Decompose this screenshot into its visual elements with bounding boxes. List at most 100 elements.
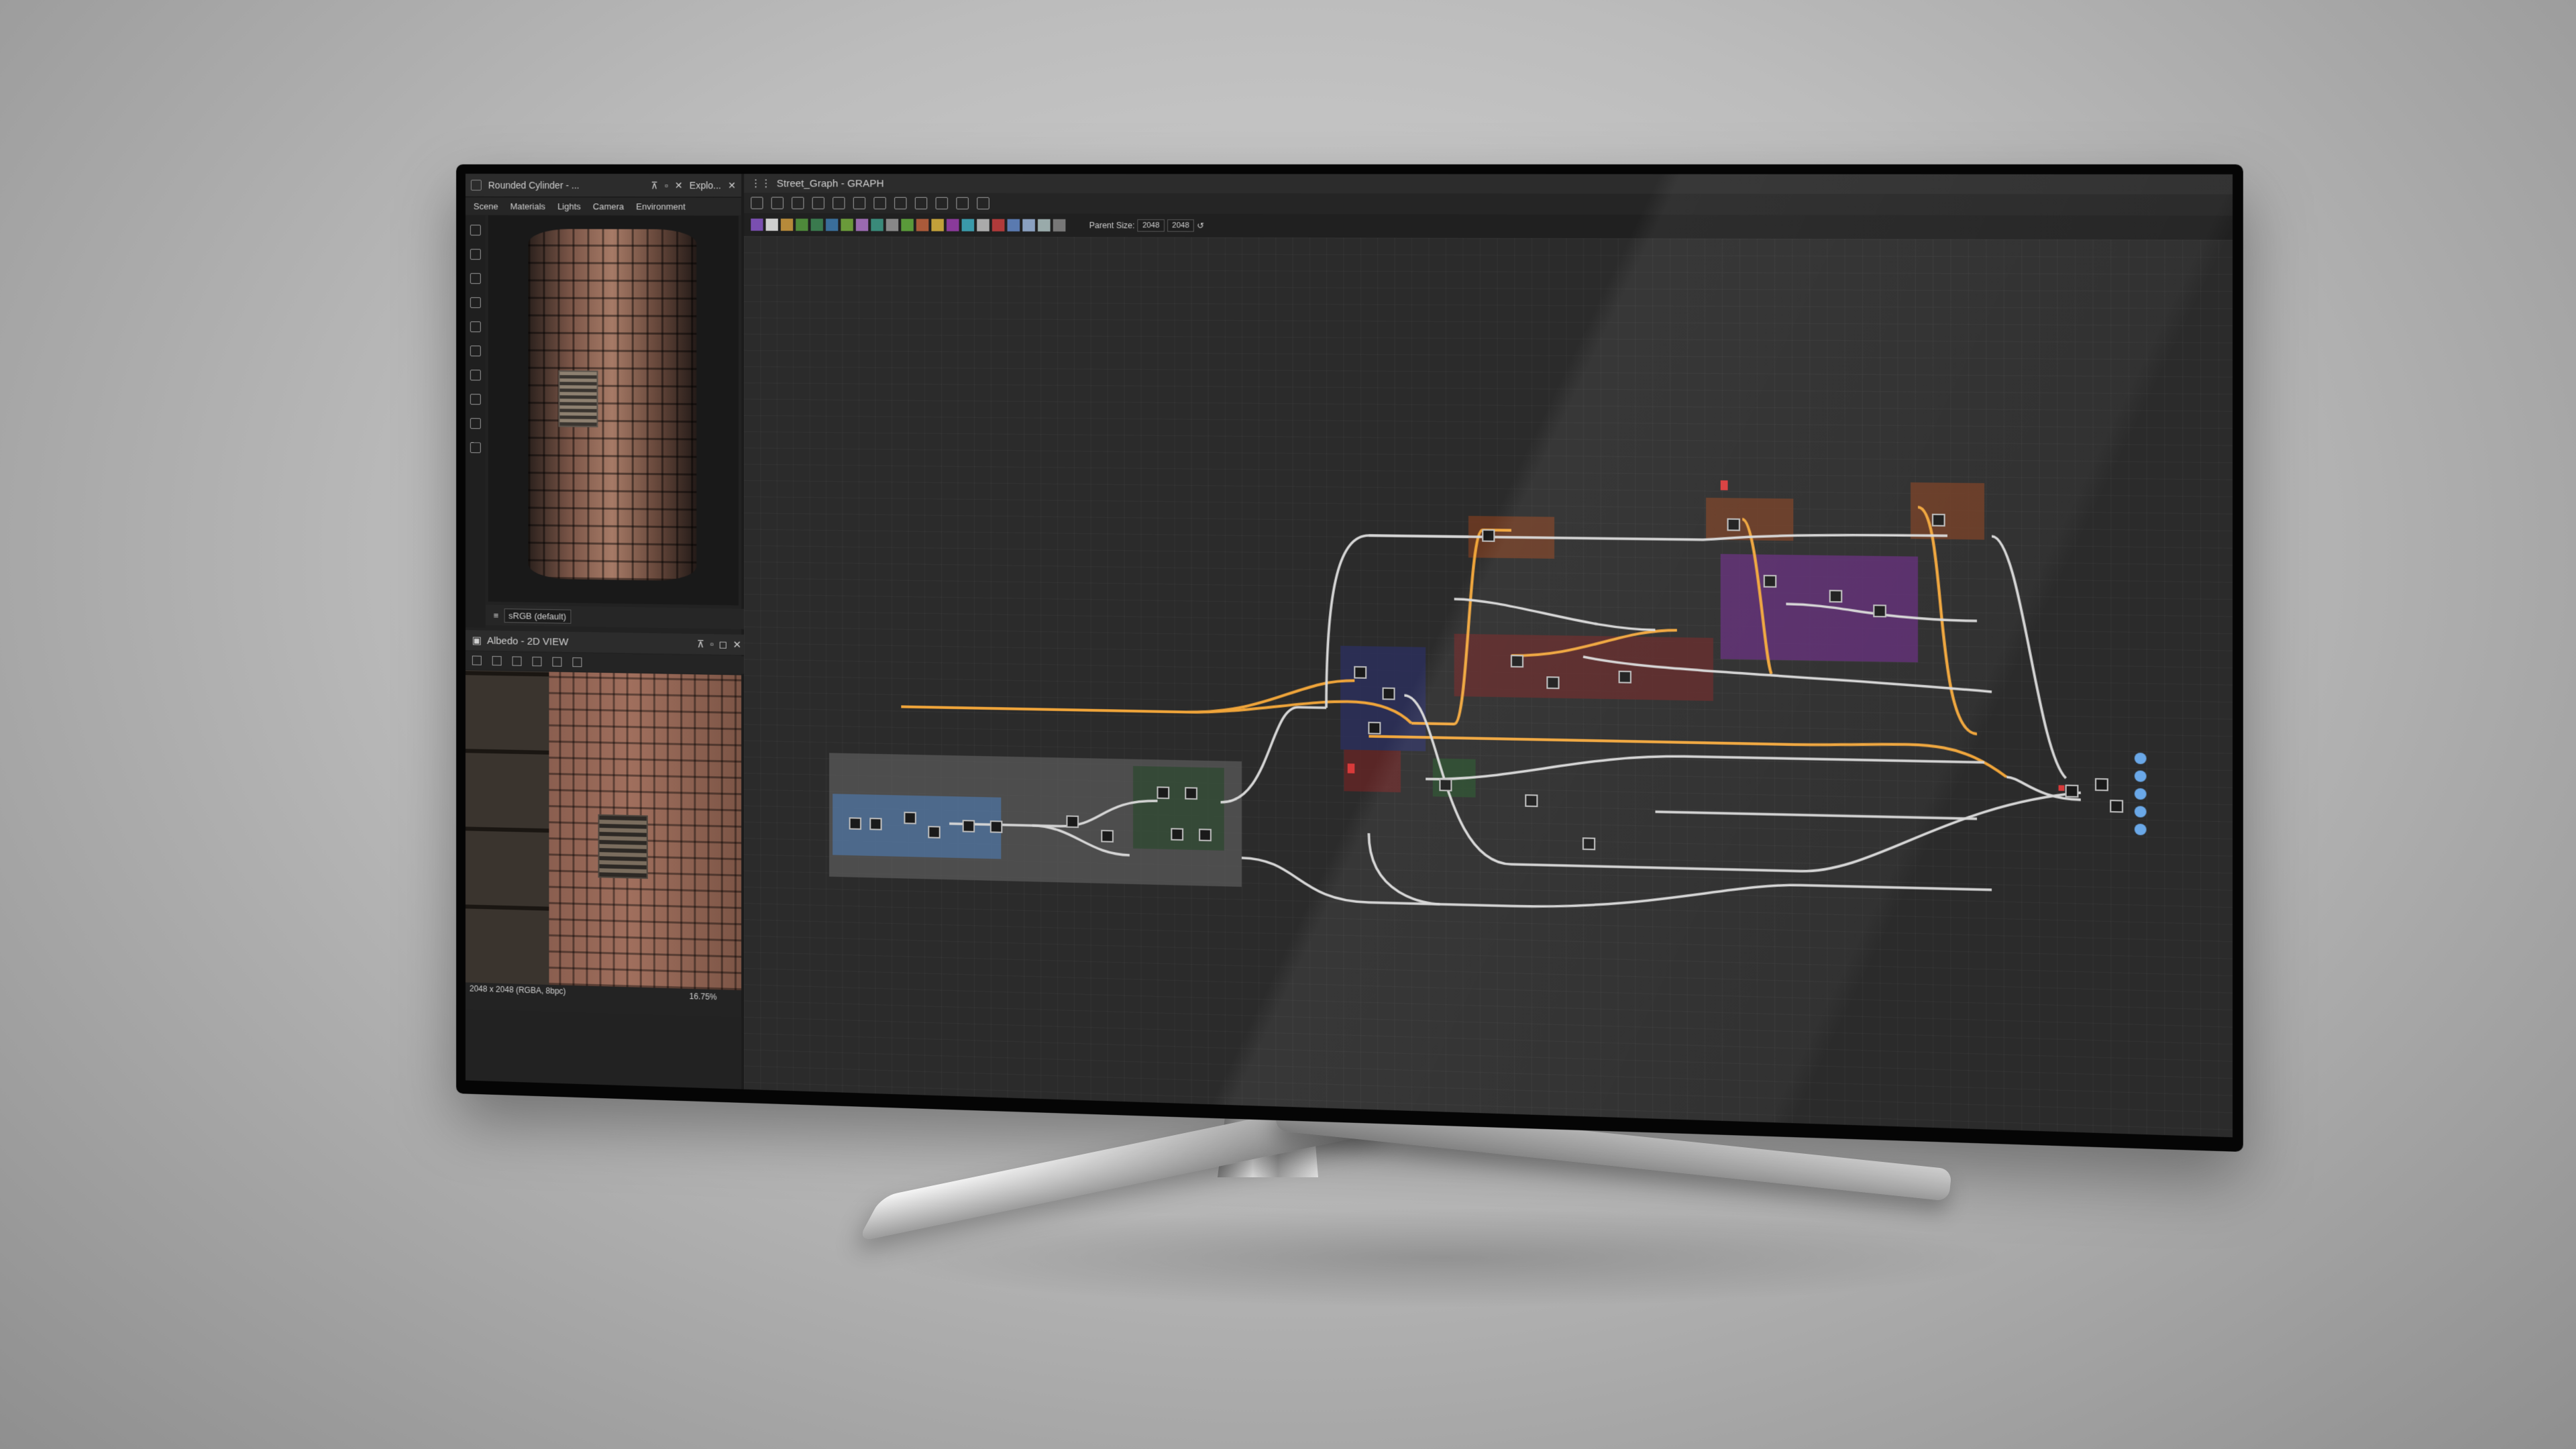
histogram-icon[interactable]	[470, 442, 481, 453]
viewport-toolbar	[466, 215, 486, 628]
menu-scene[interactable]: Scene	[474, 201, 498, 211]
copy-icon[interactable]	[513, 656, 522, 665]
menu-camera[interactable]: Camera	[593, 201, 624, 211]
pan-icon[interactable]	[771, 197, 784, 209]
export-icon[interactable]	[977, 197, 989, 209]
fit-icon[interactable]	[472, 655, 482, 665]
node-text-icon[interactable]	[781, 219, 793, 231]
explorer-tabbar: Rounded Cylinder - ... ⊼ ▫ ✕ Explo... ✕	[466, 174, 741, 197]
node-blend-icon[interactable]	[826, 219, 838, 231]
pin-icon[interactable]: ⊼	[651, 180, 657, 191]
menu-environment[interactable]: Environment	[636, 201, 685, 211]
refresh-icon[interactable]	[936, 197, 948, 209]
tab-explorer[interactable]: Explo...	[690, 180, 721, 191]
render-icon[interactable]	[470, 297, 481, 308]
node-hsl-icon[interactable]	[962, 219, 975, 231]
frame-all-icon[interactable]	[751, 197, 763, 209]
cube-icon	[471, 180, 482, 191]
align-icon[interactable]	[853, 197, 865, 209]
node-grayscale-icon[interactable]	[947, 219, 959, 231]
zoom-label[interactable]: 16.75%	[690, 991, 717, 1002]
node-warp-icon[interactable]	[1053, 219, 1066, 231]
image-icon[interactable]	[470, 273, 481, 284]
node-fx-icon[interactable]	[811, 219, 823, 231]
node-levels-icon[interactable]	[977, 219, 989, 231]
node-bitmap-icon[interactable]	[751, 219, 763, 231]
menu-lights[interactable]: Lights	[557, 201, 581, 211]
eye-icon[interactable]	[470, 418, 481, 429]
graph-header: ⋮⋮ Street_Graph - GRAPH	[744, 174, 2233, 194]
parent-size-select[interactable]: 2048	[1138, 219, 1165, 232]
graph-icon: ⋮⋮	[751, 177, 771, 189]
image-icon: ▣	[472, 634, 482, 646]
layout-icon[interactable]	[873, 197, 885, 209]
menu-materials[interactable]: Materials	[510, 201, 545, 211]
grid-icon[interactable]	[894, 197, 906, 209]
node-gradient-map-icon[interactable]	[931, 219, 943, 231]
node-transform-icon[interactable]	[1022, 219, 1035, 231]
node-emboss-icon[interactable]	[916, 219, 928, 231]
pin-icon[interactable]: ⊼	[697, 638, 704, 650]
node-graph	[744, 236, 2231, 1124]
grate-texture	[598, 814, 647, 879]
resolution-label: 2048 x 2048 (RGBA, 8bpc)	[470, 984, 566, 996]
grate-texture	[558, 370, 598, 427]
tab-3d-view[interactable]: Rounded Cylinder - ...	[488, 180, 580, 191]
monitor-screen: Rounded Cylinder - ... ⊼ ▫ ✕ Explo... ✕ …	[466, 174, 2233, 1137]
light-icon[interactable]	[470, 249, 481, 260]
frame-purple	[1721, 554, 1918, 663]
graph-toolbar	[744, 193, 2233, 215]
colorspace-bar: ≡ sRGB (default)	[486, 605, 747, 629]
floor-shadow	[872, 1208, 2012, 1308]
node-normal-icon[interactable]	[992, 219, 1005, 231]
size-select[interactable]: 2048	[1167, 219, 1194, 232]
close-icon[interactable]: ✕	[733, 639, 741, 651]
output-nodes	[2135, 753, 2147, 835]
colorspace-select[interactable]: sRGB (default)	[504, 608, 571, 624]
tools-icon[interactable]	[956, 197, 969, 209]
layers-icon: ≡	[494, 610, 499, 620]
info-icon[interactable]	[812, 197, 824, 209]
2d-texture-view[interactable]	[466, 670, 741, 990]
close-icon[interactable]: ✕	[675, 180, 683, 191]
info-icon[interactable]	[552, 657, 561, 666]
axis-icon[interactable]	[470, 345, 481, 356]
node-svg-icon[interactable]	[766, 219, 778, 231]
viewport-menu: Scene Materials Lights Camera Environmen…	[466, 197, 741, 215]
node-blur-icon[interactable]	[841, 219, 853, 231]
3d-viewport[interactable]	[488, 215, 739, 605]
node-distance-icon[interactable]	[901, 219, 913, 231]
2d-view-title[interactable]: Albedo - 2D VIEW	[487, 635, 568, 647]
node-sharpen-icon[interactable]	[1008, 219, 1020, 231]
monitor-bezel: Rounded Cylinder - ... ⊼ ▫ ✕ Explo... ✕ …	[456, 164, 2243, 1152]
sphere-icon[interactable]	[470, 370, 481, 380]
cube-icon[interactable]	[470, 394, 481, 405]
reset-icon[interactable]: ↺	[1197, 221, 1204, 230]
close-icon[interactable]: ✕	[728, 180, 736, 191]
atomic-nodes-bar: Parent Size: 2048 2048 ↺	[744, 213, 2233, 240]
graph-title[interactable]: Street_Graph - GRAPH	[777, 178, 884, 189]
export-icon[interactable]	[532, 657, 541, 666]
cylinder-preview	[528, 229, 696, 581]
node-gradient-icon[interactable]	[796, 219, 808, 231]
maximize-icon[interactable]: ◻	[719, 638, 728, 650]
left-panels: Rounded Cylinder - ... ⊼ ▫ ✕ Explo... ✕ …	[466, 174, 741, 1089]
frame-orange-3	[1911, 482, 1984, 539]
node-curve-icon[interactable]	[871, 219, 883, 231]
node-uniform-icon[interactable]	[1038, 219, 1051, 231]
graph-panel: ⋮⋮ Street_Graph - GRAPH Parent Size: 204…	[744, 174, 2233, 1137]
restore-icon[interactable]: ▫	[665, 180, 668, 191]
restore-icon[interactable]: ▫	[710, 639, 713, 650]
graph-canvas[interactable]	[744, 236, 2233, 1137]
camera-icon[interactable]	[792, 197, 804, 209]
node-channels-icon[interactable]	[856, 219, 868, 231]
link-icon[interactable]	[915, 197, 927, 209]
parent-size-label: Parent Size:	[1089, 221, 1135, 230]
save-icon[interactable]	[492, 656, 502, 665]
search-icon[interactable]	[833, 197, 845, 209]
frame-icon[interactable]	[470, 321, 481, 332]
2d-view-header: ▣ Albedo - 2D VIEW ⊼ ▫ ◻ ✕	[466, 630, 748, 655]
histogram-icon[interactable]	[572, 657, 582, 667]
camera-icon[interactable]	[470, 225, 481, 235]
node-dir-warp-icon[interactable]	[886, 219, 898, 231]
